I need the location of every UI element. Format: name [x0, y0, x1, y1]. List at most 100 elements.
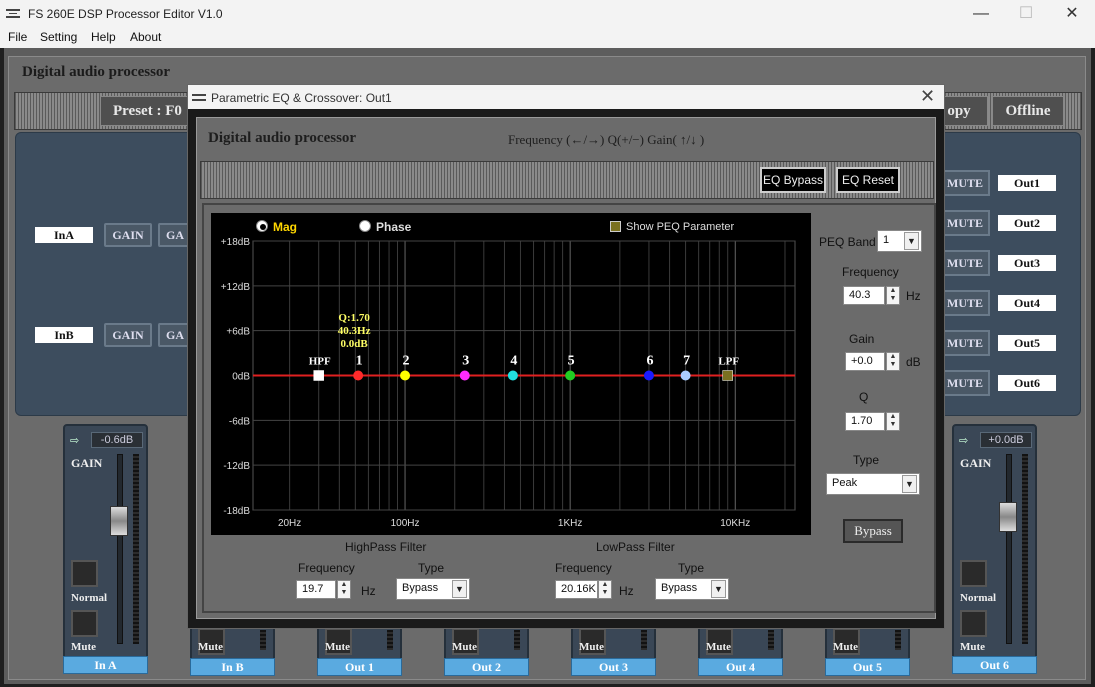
- offline-button[interactable]: Offline: [992, 96, 1064, 126]
- mute-button-out1[interactable]: MUTE: [940, 170, 990, 196]
- y-tick-label: 0dB: [232, 372, 250, 383]
- x-tick-label: 100Hz: [391, 518, 420, 529]
- channel-strip-inb: Mute In B: [190, 624, 275, 676]
- peq-band-select[interactable]: 1 ▼: [877, 230, 922, 252]
- mute-button-out4[interactable]: MUTE: [940, 290, 990, 316]
- gain2-button-inb[interactable]: GA: [158, 323, 190, 347]
- output-label-out1: Out1: [998, 175, 1056, 191]
- peq-gain-spinner[interactable]: ▲ ▼: [886, 352, 900, 371]
- peq-frequency-label: Frequency: [842, 265, 899, 279]
- peq-frequency-spinner[interactable]: ▲ ▼: [886, 286, 900, 305]
- highpass-frequency-spinner[interactable]: ▲ ▼: [337, 580, 351, 599]
- band-handle: [565, 370, 576, 381]
- mute-button-out6[interactable]: MUTE: [940, 370, 990, 396]
- chevron-down-icon[interactable]: ▼: [904, 232, 919, 250]
- peq-bypass-button[interactable]: Bypass: [843, 519, 903, 543]
- fader-track[interactable]: [1006, 454, 1012, 644]
- band-handle: [459, 370, 470, 381]
- app-heading: Digital audio processor: [22, 64, 171, 80]
- band-handle: [680, 370, 691, 381]
- chevron-down-icon[interactable]: ▼: [902, 475, 917, 493]
- level-meter: [1022, 454, 1028, 644]
- dialog-close-button[interactable]: ✕: [920, 86, 935, 107]
- handle-label: 6: [646, 354, 653, 369]
- handle-label: 5: [568, 354, 575, 369]
- lowpass-type-select[interactable]: Bypass ▼: [655, 578, 729, 600]
- menu-setting[interactable]: Setting: [40, 30, 77, 44]
- mute-button[interactable]: [960, 610, 987, 637]
- mute-label: Mute: [706, 641, 732, 653]
- preset-button[interactable]: Preset : F0: [100, 96, 200, 126]
- tooltip-freq: 40.3Hz: [338, 325, 371, 337]
- eq-graph-svg: +18dB +12dB +6dB 0dB -6dB -12dB -18dB 20Hz 100Hz…: [221, 237, 796, 529]
- gain-readout: -0.6dB: [91, 432, 143, 448]
- lowpass-frequency-label: Frequency: [555, 561, 612, 575]
- chevron-down-icon[interactable]: ▼: [452, 580, 467, 598]
- peq-frequency-input[interactable]: 40.3: [843, 286, 885, 305]
- mute-label: Mute: [325, 641, 351, 653]
- peq-q-spinner[interactable]: ▲ ▼: [886, 412, 900, 431]
- peq-q-label: Q: [859, 390, 869, 404]
- gain2-button-ina[interactable]: GA: [158, 223, 190, 247]
- link-icon[interactable]: ⇨: [959, 434, 968, 447]
- mute-label: Mute: [71, 641, 97, 653]
- mute-button[interactable]: [71, 610, 98, 637]
- fader-knob[interactable]: [110, 506, 128, 536]
- mute-label: Mute: [452, 641, 478, 653]
- mute-label: Mute: [198, 641, 224, 653]
- x-tick-label: 20Hz: [278, 518, 301, 529]
- highpass-type-select[interactable]: Bypass ▼: [396, 578, 470, 600]
- highpass-frequency-input[interactable]: 19.7: [296, 580, 336, 599]
- chevron-down-icon[interactable]: ▼: [711, 580, 726, 598]
- lowpass-frequency-spinner[interactable]: ▲ ▼: [598, 580, 612, 599]
- band-handle: [353, 370, 364, 381]
- window-title: FS 260E DSP Processor Editor V1.0: [28, 7, 223, 21]
- strip-name: Out 1: [317, 658, 402, 676]
- fader-knob[interactable]: [999, 502, 1017, 532]
- band-handle: [643, 370, 654, 381]
- highpass-unit: Hz: [361, 584, 376, 598]
- handle-label: 1: [356, 354, 363, 369]
- gain-button-inb[interactable]: GAIN: [104, 323, 152, 347]
- input-label-ina: InA: [35, 227, 93, 243]
- minimize-button[interactable]: —: [958, 0, 1004, 28]
- gain-button-ina[interactable]: GAIN: [104, 223, 152, 247]
- mute-button-out3[interactable]: MUTE: [940, 250, 990, 276]
- fader-track[interactable]: [117, 454, 123, 644]
- peq-gain-label: Gain: [849, 332, 875, 346]
- menu-bar: [0, 28, 1095, 48]
- menu-about[interactable]: About: [130, 30, 161, 44]
- band-handle: [400, 370, 411, 381]
- link-icon[interactable]: ⇨: [70, 434, 79, 447]
- lowpass-type-label: Type: [678, 561, 705, 575]
- strip-name: Out 6: [952, 656, 1037, 674]
- eq-bypass-button[interactable]: EQ Bypass: [760, 167, 826, 193]
- strip-name: Out 4: [698, 658, 783, 676]
- lowpass-unit: Hz: [619, 584, 634, 598]
- output-label-out6: Out6: [998, 375, 1056, 391]
- lowpass-frequency-input[interactable]: 20.16K: [555, 580, 598, 599]
- handle-label: LPF: [718, 356, 739, 368]
- keyboard-hint: Frequency (←/→) Q(+/−) Gain( ↑/↓ ): [508, 132, 705, 147]
- level-meter: [260, 630, 266, 650]
- maximize-button[interactable]: ☐: [1003, 0, 1049, 28]
- y-tick-label: -12dB: [223, 461, 250, 472]
- peq-frequency-unit: Hz: [906, 289, 921, 303]
- band-handle: [507, 370, 518, 381]
- menu-help[interactable]: Help: [91, 30, 116, 44]
- peq-type-select[interactable]: Peak ▼: [826, 473, 920, 495]
- peq-q-input[interactable]: 1.70: [845, 412, 885, 431]
- channel-strip-out4: Mute Out 4: [698, 624, 783, 676]
- level-meter: [895, 630, 901, 650]
- normal-button[interactable]: [71, 560, 98, 587]
- level-meter: [387, 630, 393, 650]
- close-button[interactable]: ✕: [1049, 0, 1095, 28]
- input-label-inb: InB: [35, 327, 93, 343]
- mute-button-out2[interactable]: MUTE: [940, 210, 990, 236]
- peq-gain-input[interactable]: +0.0: [845, 352, 885, 371]
- menu-file[interactable]: File: [8, 30, 27, 44]
- normal-button[interactable]: [960, 560, 987, 587]
- eq-reset-button[interactable]: EQ Reset: [836, 167, 900, 193]
- eq-graph[interactable]: Mag Phase Show PEQ Parameter +18dB +12dB +…: [211, 213, 811, 535]
- mute-button-out5[interactable]: MUTE: [940, 330, 990, 356]
